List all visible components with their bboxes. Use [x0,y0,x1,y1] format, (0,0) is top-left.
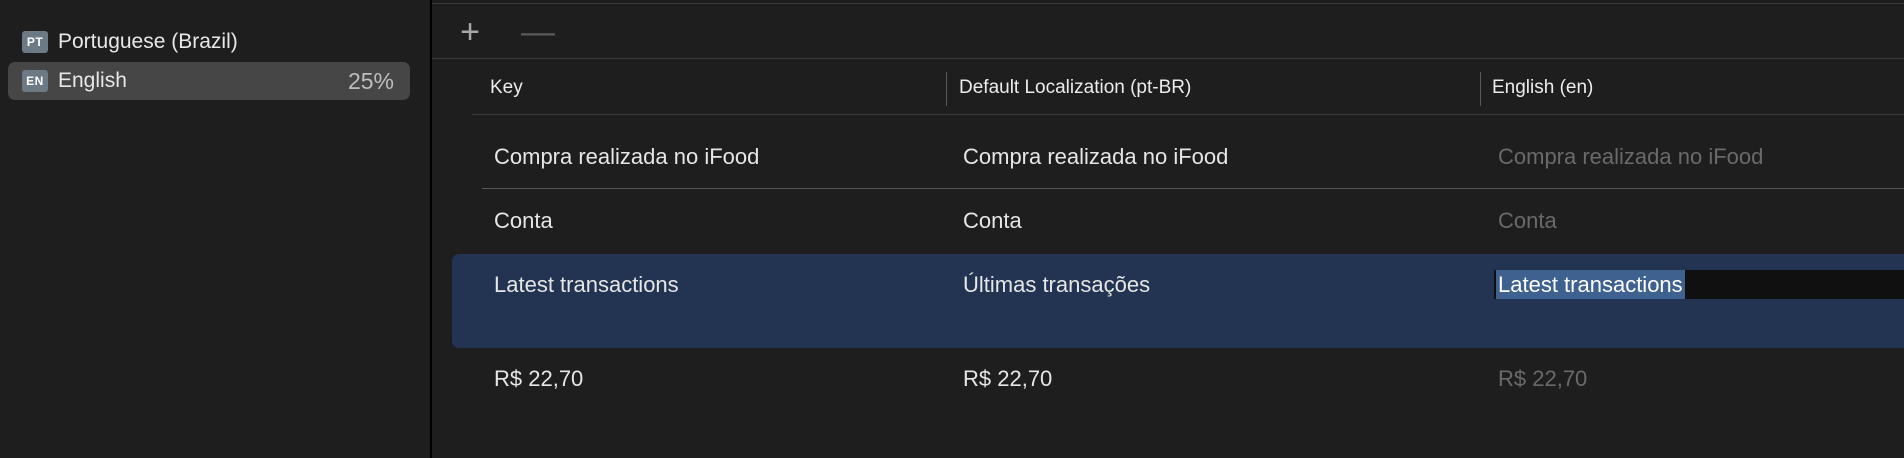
english-translation-cell[interactable]: Compra realizada no iFood [1498,144,1763,170]
divider [432,58,1904,59]
english-translation-cell[interactable]: R$ 22,70 [1498,366,1587,392]
selected-row-highlight [452,254,1904,348]
row-divider [482,188,1904,189]
strings-table-pane: + — Key Default Localization (pt-BR) Eng… [432,0,1904,458]
column-header-english[interactable]: English (en) [1492,77,1593,99]
divider [432,3,1904,4]
language-badge-icon: PT [22,31,48,53]
divider [472,114,1904,115]
language-name: English [58,69,127,92]
remove-string-button[interactable]: — [518,12,558,52]
selected-text: Latest transactions [1496,270,1685,299]
sidebar-item-english[interactable]: EN English 25% [8,62,410,100]
column-separator[interactable] [946,72,947,106]
column-header-default-localization[interactable]: Default Localization (pt-BR) [959,77,1191,99]
key-cell[interactable]: Conta [494,208,553,234]
default-localization-cell[interactable]: Conta [963,208,1022,234]
translation-progress-percent: 25% [347,67,394,94]
language-name: Portuguese (Brazil) [58,30,238,53]
localization-editor: PT Portuguese (Brazil) EN English 25% + … [0,0,1904,458]
column-header-key[interactable]: Key [490,77,523,99]
key-cell[interactable]: Latest transactions [494,272,679,298]
default-localization-cell[interactable]: R$ 22,70 [963,366,1052,392]
sidebar-item-portuguese-brazil[interactable]: PT Portuguese (Brazil) [8,23,410,61]
plus-icon: + [460,13,480,51]
languages-sidebar: PT Portuguese (Brazil) EN English 25% [0,0,430,458]
language-badge-icon: EN [22,70,48,92]
default-localization-cell[interactable]: Compra realizada no iFood [963,144,1228,170]
column-separator[interactable] [1480,72,1481,106]
key-cell[interactable]: R$ 22,70 [494,366,583,392]
minus-icon: — [521,13,555,51]
english-translation-cell[interactable]: Conta [1498,208,1557,234]
key-cell[interactable]: Compra realizada no iFood [494,144,759,170]
english-translation-edit-field[interactable]: Latest transactions [1494,270,1904,299]
default-localization-cell[interactable]: Últimas transações [963,272,1150,298]
add-string-button[interactable]: + [450,12,490,52]
